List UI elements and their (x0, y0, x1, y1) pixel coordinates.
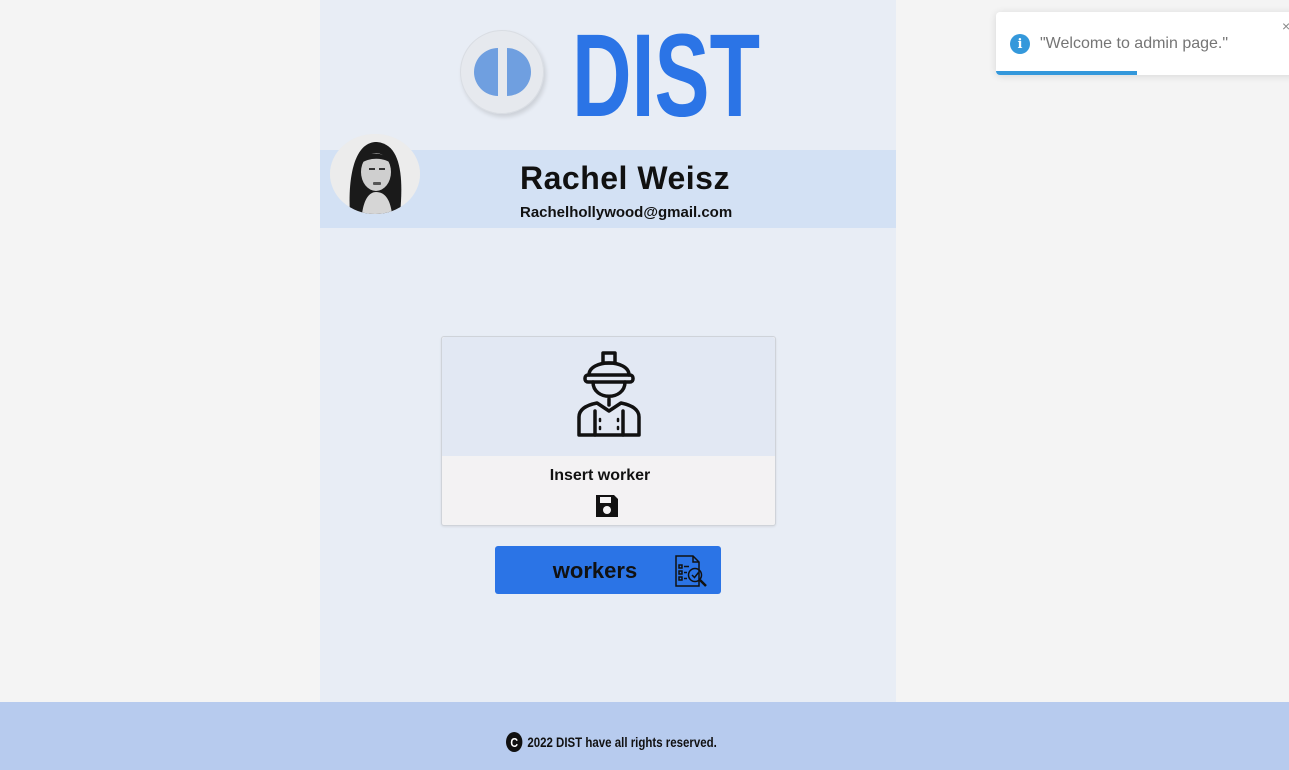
avatar-image (330, 134, 420, 214)
insert-worker-label: Insert worker (549, 467, 651, 484)
footer-content: C 2022 DIST have all rights reserved. (506, 731, 717, 753)
workers-button-label: workers (552, 558, 638, 583)
info-icon: i (1010, 34, 1030, 54)
workers-button[interactable]: workers (495, 546, 721, 594)
insert-worker-card[interactable]: Insert worker (441, 336, 776, 526)
user-name: Rachel Weisz (520, 160, 730, 196)
save-icon[interactable] (593, 492, 621, 520)
worker-icon (577, 351, 641, 437)
logo-emblem (460, 30, 544, 114)
brand-logo: DIST (572, 6, 762, 142)
main-panel: DIST Rachel Weisz Rachelhollywood@gmail.… (320, 0, 896, 702)
user-email: Rachelhollywood@gmail.com (520, 204, 733, 221)
brand-logo-text: DIST (572, 10, 760, 126)
avatar (330, 134, 420, 214)
copyright-icon: C (506, 732, 523, 752)
toast-message: "Welcome to admin page." (1040, 35, 1229, 52)
toast-progress-bar (996, 71, 1137, 75)
brand-logo-graphic: DIST (572, 10, 760, 142)
logo-emblem-icon (474, 48, 531, 96)
document-search-icon (675, 555, 707, 587)
footer-text: 2022 DIST have all rights reserved. (527, 734, 717, 750)
toast-notification[interactable]: i "Welcome to admin page." × (996, 12, 1289, 75)
footer: C 2022 DIST have all rights reserved. (0, 702, 1289, 770)
close-icon[interactable]: × (1282, 18, 1289, 34)
insert-worker-card-image (442, 337, 775, 456)
